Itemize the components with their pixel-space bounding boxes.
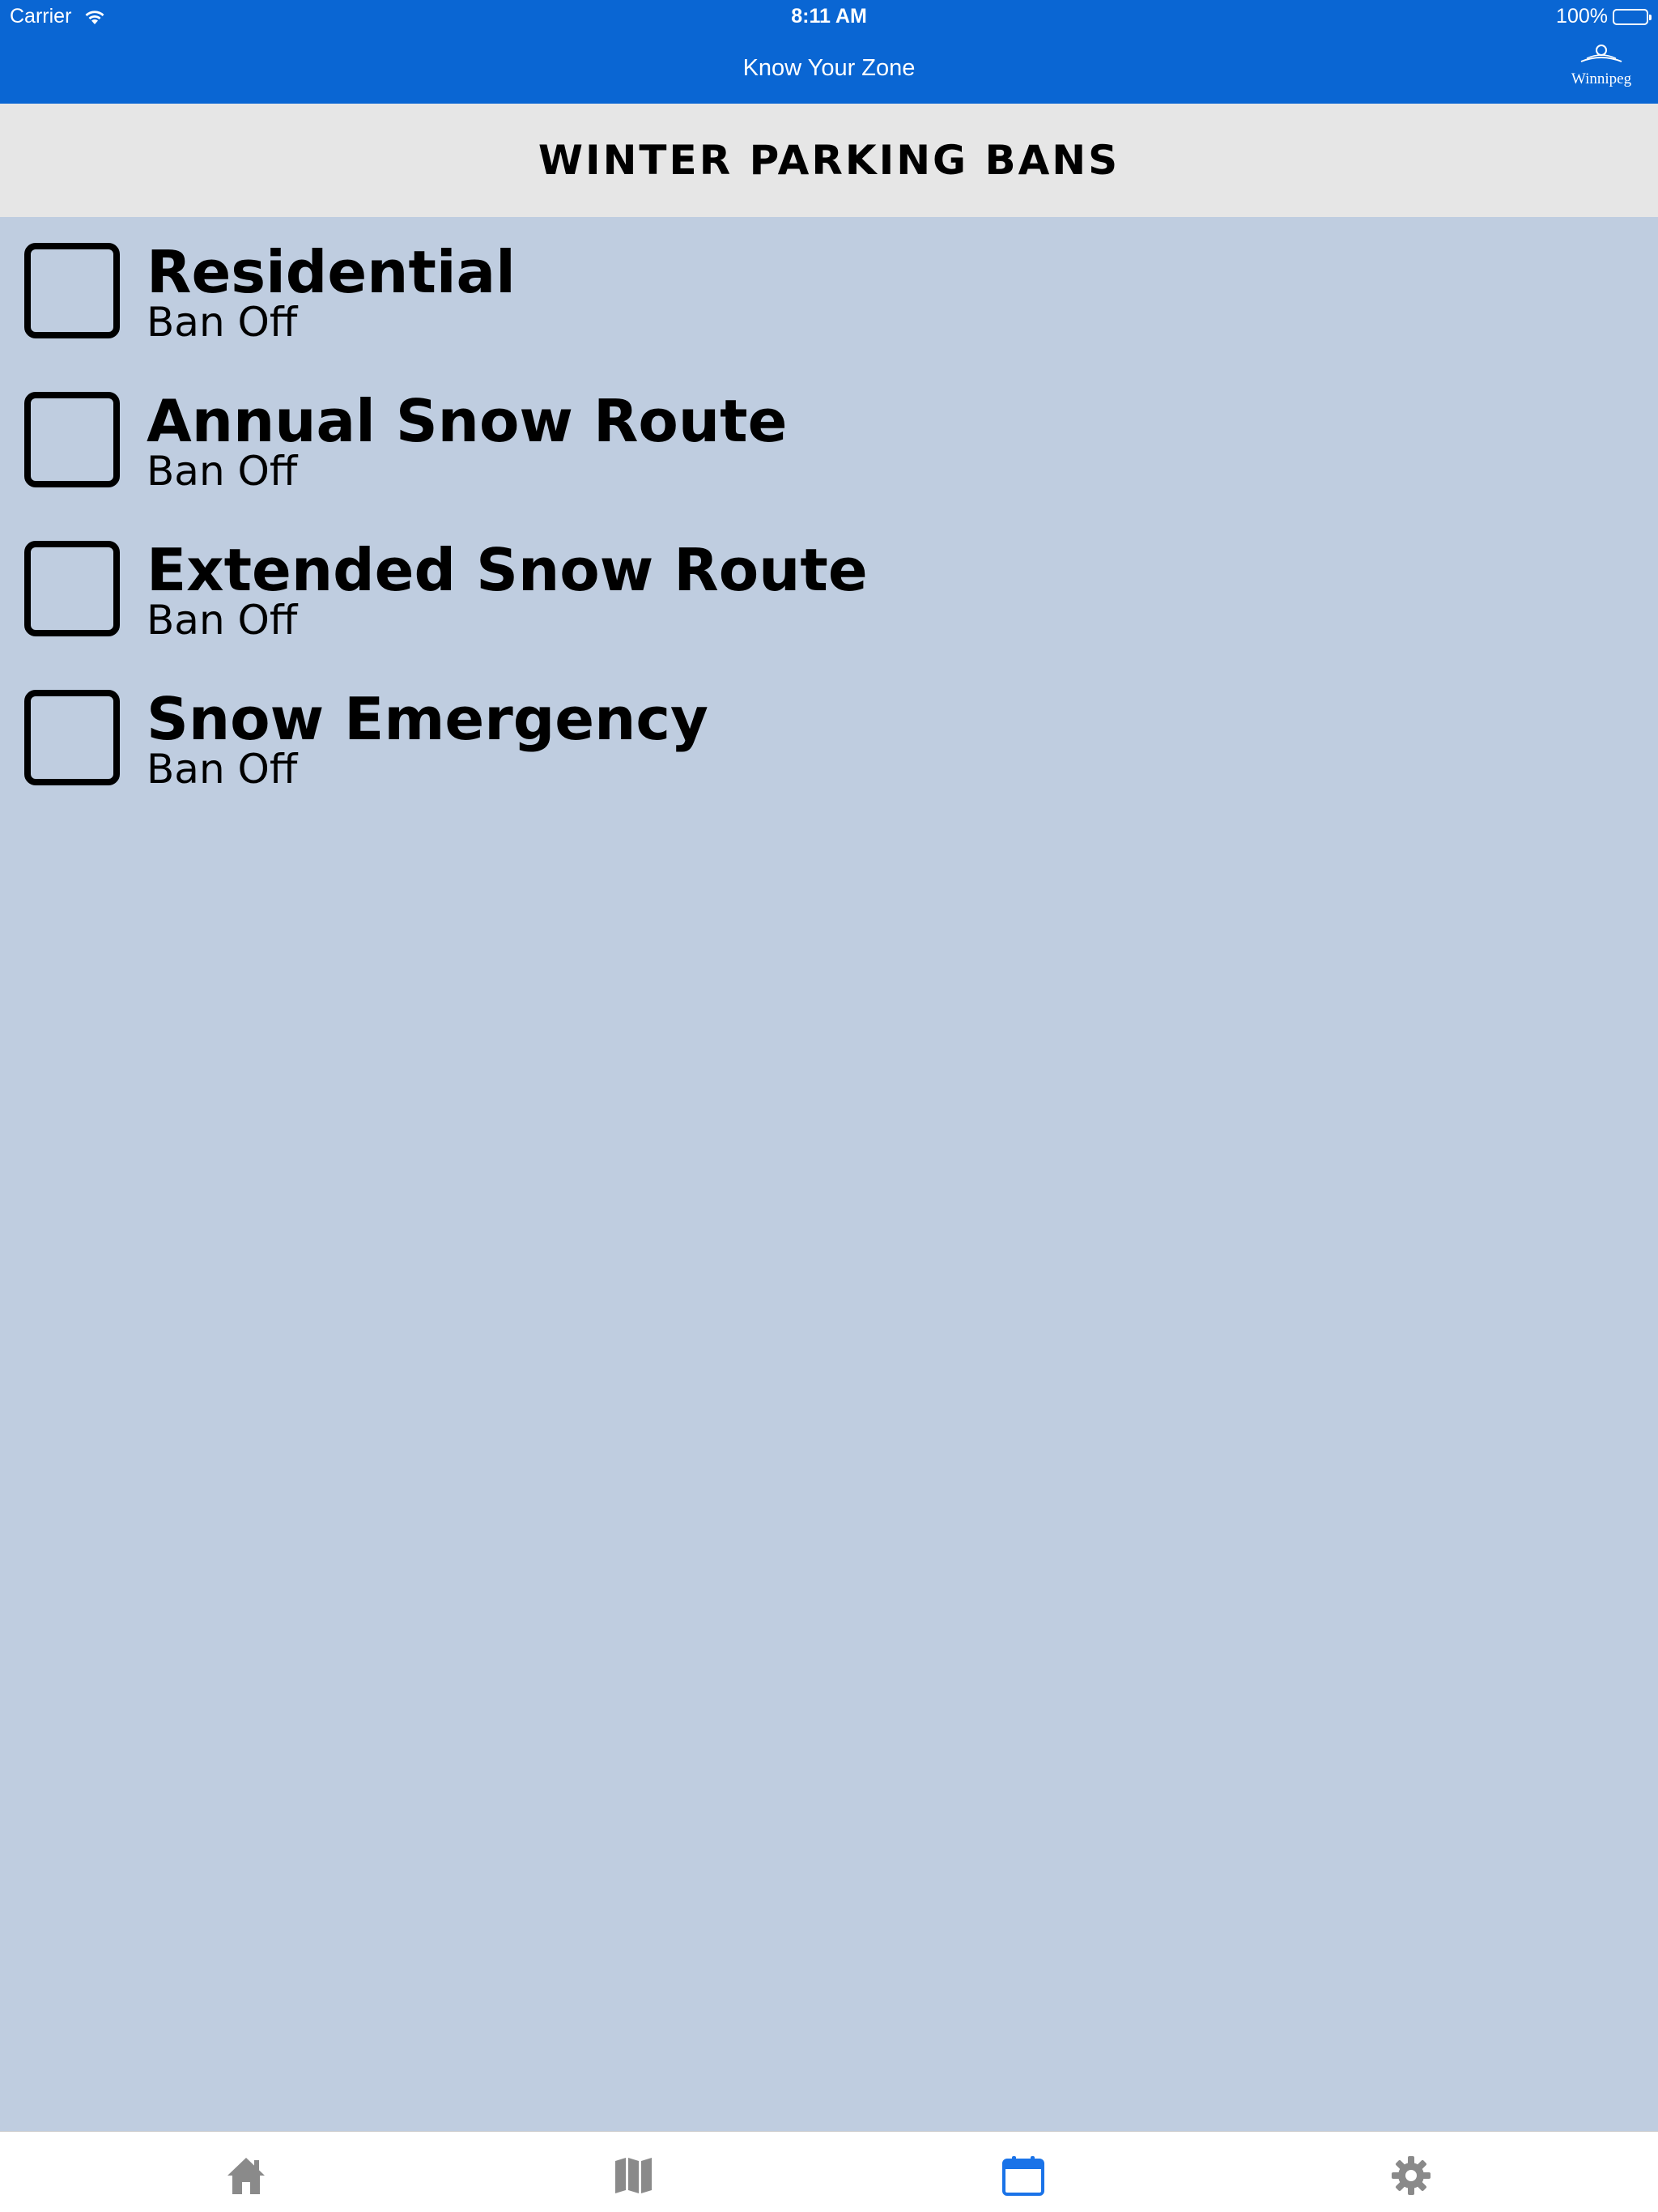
section-title: WINTER PARKING BANS <box>538 137 1120 184</box>
ban-name: Snow Emergency <box>147 685 708 753</box>
section-header: WINTER PARKING BANS <box>0 104 1658 217</box>
status-battery: 100% <box>1556 5 1652 28</box>
ban-status: Ban Off <box>147 448 298 495</box>
tab-home[interactable] <box>222 2151 270 2200</box>
ban-status: Ban Off <box>147 746 298 793</box>
ban-item-snow-emergency[interactable]: Snow Emergency Ban Off <box>0 664 891 793</box>
ban-checkbox[interactable] <box>24 243 120 338</box>
tab-map[interactable] <box>610 2151 658 2200</box>
logo-mark-icon <box>1580 45 1622 62</box>
tab-calendar[interactable] <box>999 2151 1048 2200</box>
tab-settings[interactable] <box>1387 2151 1435 2200</box>
battery-percent: 100% <box>1556 5 1608 28</box>
home-icon <box>227 2158 265 2194</box>
screen: Carrier 8:11 AM 100% Know Your Zone Winn… <box>0 0 1658 2212</box>
ban-status: Ban Off <box>147 299 298 346</box>
ban-name: Extended Snow Route <box>147 536 868 604</box>
ban-item-annual-snow-route[interactable]: Annual Snow Route Ban Off <box>0 366 891 495</box>
ban-item-residential[interactable]: Residential Ban Off <box>0 217 891 346</box>
battery-icon <box>1613 8 1652 25</box>
status-time: 8:11 AM <box>791 5 867 28</box>
tab-bar <box>0 2131 1658 2212</box>
ban-name: Residential <box>147 238 516 306</box>
top-bar: Carrier 8:11 AM 100% Know Your Zone Winn… <box>0 0 1658 104</box>
winnipeg-logo: Winnipeg <box>1567 42 1635 94</box>
ban-item-extended-snow-route[interactable]: Extended Snow Route Ban Off <box>0 515 891 644</box>
ban-checkbox[interactable] <box>24 690 120 785</box>
ban-checkbox[interactable] <box>24 392 120 487</box>
ban-status: Ban Off <box>147 597 298 644</box>
gear-icon <box>1392 2156 1431 2195</box>
logo-text: Winnipeg <box>1571 70 1632 87</box>
ban-name: Annual Snow Route <box>147 387 788 455</box>
map-icon <box>615 2158 652 2193</box>
nav-title: Know Your Zone <box>742 55 916 81</box>
ban-checkbox[interactable] <box>24 541 120 636</box>
calendar-icon <box>1002 2156 1044 2196</box>
